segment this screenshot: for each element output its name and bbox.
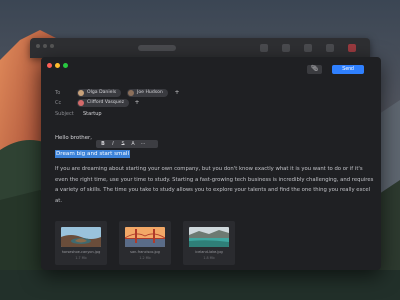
background-window [30, 38, 370, 58]
close-window-button[interactable] [47, 63, 52, 68]
attachment-name: horseshoe-canyon.jpg [61, 250, 101, 254]
attachment-size: 1.8 Mb [203, 256, 215, 260]
more-options-button[interactable]: ··· [139, 142, 147, 147]
attachment-name: iceland-lake.jpg [195, 250, 223, 254]
cc-label: Cc [55, 100, 62, 106]
font-button[interactable]: A [129, 142, 137, 147]
send-button[interactable]: Send [332, 65, 364, 74]
attachments-list: horseshoe-canyon.jpg 1.7 Mb san-francisc… [55, 221, 235, 265]
to-label: To [55, 90, 61, 96]
recipient-chip[interactable]: Olga Daniels [77, 89, 122, 97]
recipient-chip[interactable]: Joe Hudson [127, 89, 168, 97]
avatar [78, 100, 84, 106]
attachment-thumbnail-lake [189, 227, 229, 247]
attachment-name: san-francisco.jpg [130, 250, 160, 254]
background-window-pill [138, 45, 176, 51]
subject-label: Subject [55, 111, 74, 117]
background-window-controls [36, 44, 54, 48]
attachment-size: 1.2 Mb [139, 256, 151, 260]
bold-button[interactable]: B [99, 142, 107, 147]
maximize-window-button[interactable] [63, 63, 68, 68]
attachment-thumbnail-bridge [125, 227, 165, 247]
window-controls [47, 63, 68, 68]
add-to-recipient-button[interactable]: + [173, 89, 181, 97]
compose-window: 📎︎ Send To Olga Daniels Joe Hudson + Cc … [41, 57, 381, 270]
attachment-thumbnail-canyon [61, 227, 101, 247]
paperclip-icon: 📎︎ [310, 66, 319, 72]
minimize-window-button[interactable] [55, 63, 60, 68]
attachment-size: 1.7 Mb [75, 256, 87, 260]
attachment-item[interactable]: iceland-lake.jpg 1.8 Mb [183, 221, 235, 265]
recipient-name: Joe Hudson [137, 90, 163, 95]
subject-value[interactable]: Startup [83, 110, 102, 119]
attach-button[interactable]: 📎︎ [307, 65, 322, 74]
add-cc-recipient-button[interactable]: + [133, 99, 141, 107]
recipient-chip[interactable]: Clifford Vasquez [77, 99, 129, 107]
subject-field[interactable]: Subject Startup [55, 110, 355, 119]
recipient-name: Clifford Vasquez [87, 100, 124, 105]
to-field: To Olga Daniels Joe Hudson + [55, 89, 355, 98]
body-paragraph[interactable]: If you are dreaming about starting your … [55, 164, 375, 206]
background-window-icons [260, 44, 356, 52]
attachment-item[interactable]: san-francisco.jpg 1.2 Mb [119, 221, 171, 265]
format-toolbar: B I S A ··· [96, 140, 158, 148]
strikethrough-button[interactable]: S [119, 142, 127, 147]
greeting-text[interactable]: Hello brother, [55, 135, 92, 141]
avatar [78, 90, 84, 96]
italic-button[interactable]: I [109, 142, 117, 147]
cc-field: Cc Clifford Vasquez + [55, 99, 355, 108]
recipient-name: Olga Daniels [87, 90, 117, 95]
avatar [128, 90, 134, 96]
selected-text[interactable]: Dream big and start small [55, 150, 131, 158]
attachment-item[interactable]: horseshoe-canyon.jpg 1.7 Mb [55, 221, 107, 265]
